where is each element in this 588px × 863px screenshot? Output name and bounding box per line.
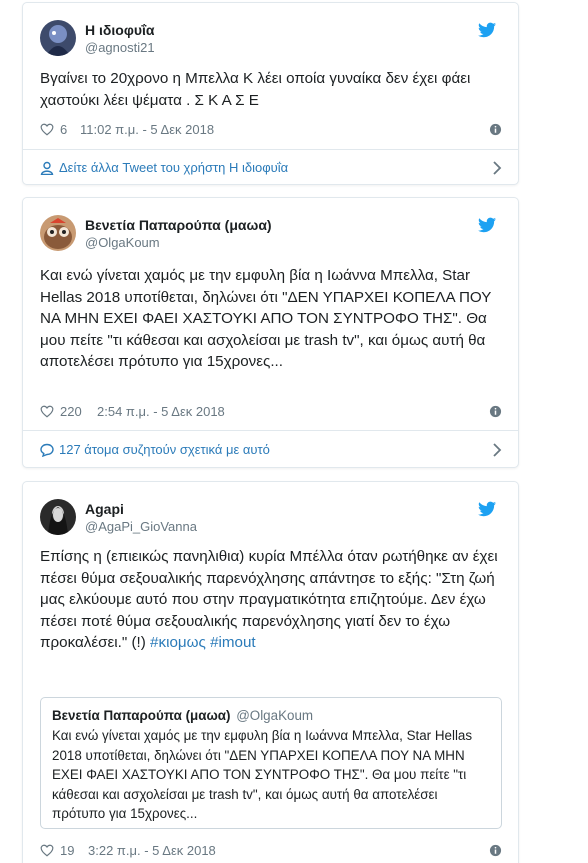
author-name[interactable]: Η ιδιοφυΐα	[85, 22, 154, 38]
user-icon	[40, 161, 54, 175]
info-icon[interactable]	[489, 405, 502, 418]
tweet-header: Agapi @AgaPi_GioVanna	[40, 499, 500, 539]
tweet-meta: 19 3:22 π.μ. - 5 Δεκ 2018	[40, 842, 502, 860]
twitter-bird-icon[interactable]	[478, 217, 496, 233]
author-name[interactable]: Βενετία Παπαρούπα (μαωα)	[85, 217, 272, 233]
divider	[23, 430, 518, 431]
heart-icon[interactable]	[40, 405, 54, 418]
chevron-right-icon[interactable]	[492, 443, 502, 457]
more-tweets-link[interactable]: Δείτε άλλα Tweet του χρήστη Η ιδιοφυΐα	[40, 159, 502, 179]
info-icon[interactable]	[489, 844, 502, 857]
timestamp[interactable]: 2:54 π.μ. - 5 Δεκ 2018	[97, 404, 225, 419]
timestamp[interactable]: 3:22 π.μ. - 5 Δεκ 2018	[88, 843, 216, 858]
tweet-card[interactable]: Agapi @AgaPi_GioVanna Επίσης η (επιεικώς…	[22, 481, 519, 863]
avatar[interactable]	[40, 20, 76, 56]
timestamp[interactable]: 11:02 π.μ. - 5 Δεκ 2018	[80, 122, 214, 137]
divider	[23, 149, 518, 150]
quoted-tweet[interactable]: Βενετία Παπαρούπα (μαωα) @OlgaKoum Και ε…	[40, 697, 502, 829]
author-handle[interactable]: @AgaPi_GioVanna	[85, 519, 197, 534]
tweet-meta: 6 11:02 π.μ. - 5 Δεκ 2018	[40, 121, 502, 139]
avatar[interactable]	[40, 499, 76, 535]
heart-icon[interactable]	[40, 123, 54, 136]
heart-icon[interactable]	[40, 844, 54, 857]
quoted-tweet-header: Βενετία Παπαρούπα (μαωα) @OlgaKoum	[52, 707, 490, 725]
tweet-text: Και ενώ γίνεται χαμός με την εμφυλη βία …	[40, 267, 492, 370]
hashtag-link[interactable]: #imout	[210, 634, 256, 651]
tweet-text: Επίσης η (επιεικώς πανηλιθια) κυρία Μπέλ…	[40, 546, 505, 654]
info-icon[interactable]	[489, 123, 502, 136]
more-tweets-label[interactable]: Δείτε άλλα Tweet του χρήστη Η ιδιοφυΐα	[59, 160, 288, 175]
tweet-body: Επίσης η (επιεικώς πανηλιθια) κυρία Μπέλ…	[40, 548, 498, 651]
like-count: 220	[60, 404, 82, 419]
quoted-author-name: Βενετία Παπαρούπα (μαωα)	[52, 708, 231, 723]
tweet-header: Βενετία Παπαρούπα (μαωα) @OlgaKoum	[40, 215, 500, 255]
quoted-tweet-text: Και ενώ γίνεται χαμός με την εμφυλη βία …	[52, 728, 473, 821]
author-handle[interactable]: @agnosti21	[85, 40, 155, 55]
chevron-right-icon[interactable]	[492, 161, 502, 175]
comment-icon	[40, 443, 54, 457]
like-count: 6	[60, 122, 68, 137]
tweet-text: Βγαίνει το 20χρονο η Μπελλα Κ λέει οποία…	[40, 70, 471, 109]
tweet-header: Η ιδιοφυΐα @agnosti21	[40, 20, 500, 60]
tweet-card[interactable]: Βενετία Παπαρούπα (μαωα) @OlgaKoum Και ε…	[22, 197, 519, 468]
conversation-label[interactable]: 127 άτομα συζητούν σχετικά με αυτό	[59, 442, 270, 457]
twitter-bird-icon[interactable]	[478, 501, 496, 517]
tweet-feed: Η ιδιοφυΐα @agnosti21 Βγαίνει το 20χρονο…	[0, 0, 588, 863]
tweet-card[interactable]: Η ιδιοφυΐα @agnosti21 Βγαίνει το 20χρονο…	[22, 2, 519, 185]
hashtag-link[interactable]: #κιομως	[150, 634, 206, 651]
tweet-meta: 220 2:54 π.μ. - 5 Δεκ 2018	[40, 403, 502, 421]
twitter-bird-icon[interactable]	[478, 22, 496, 38]
avatar[interactable]	[40, 215, 76, 251]
conversation-link[interactable]: 127 άτομα συζητούν σχετικά με αυτό	[40, 441, 502, 461]
like-count: 19	[60, 843, 75, 858]
author-handle[interactable]: @OlgaKoum	[85, 235, 160, 250]
author-name[interactable]: Agapi	[85, 501, 124, 517]
quoted-author-handle: @OlgaKoum	[236, 708, 314, 723]
